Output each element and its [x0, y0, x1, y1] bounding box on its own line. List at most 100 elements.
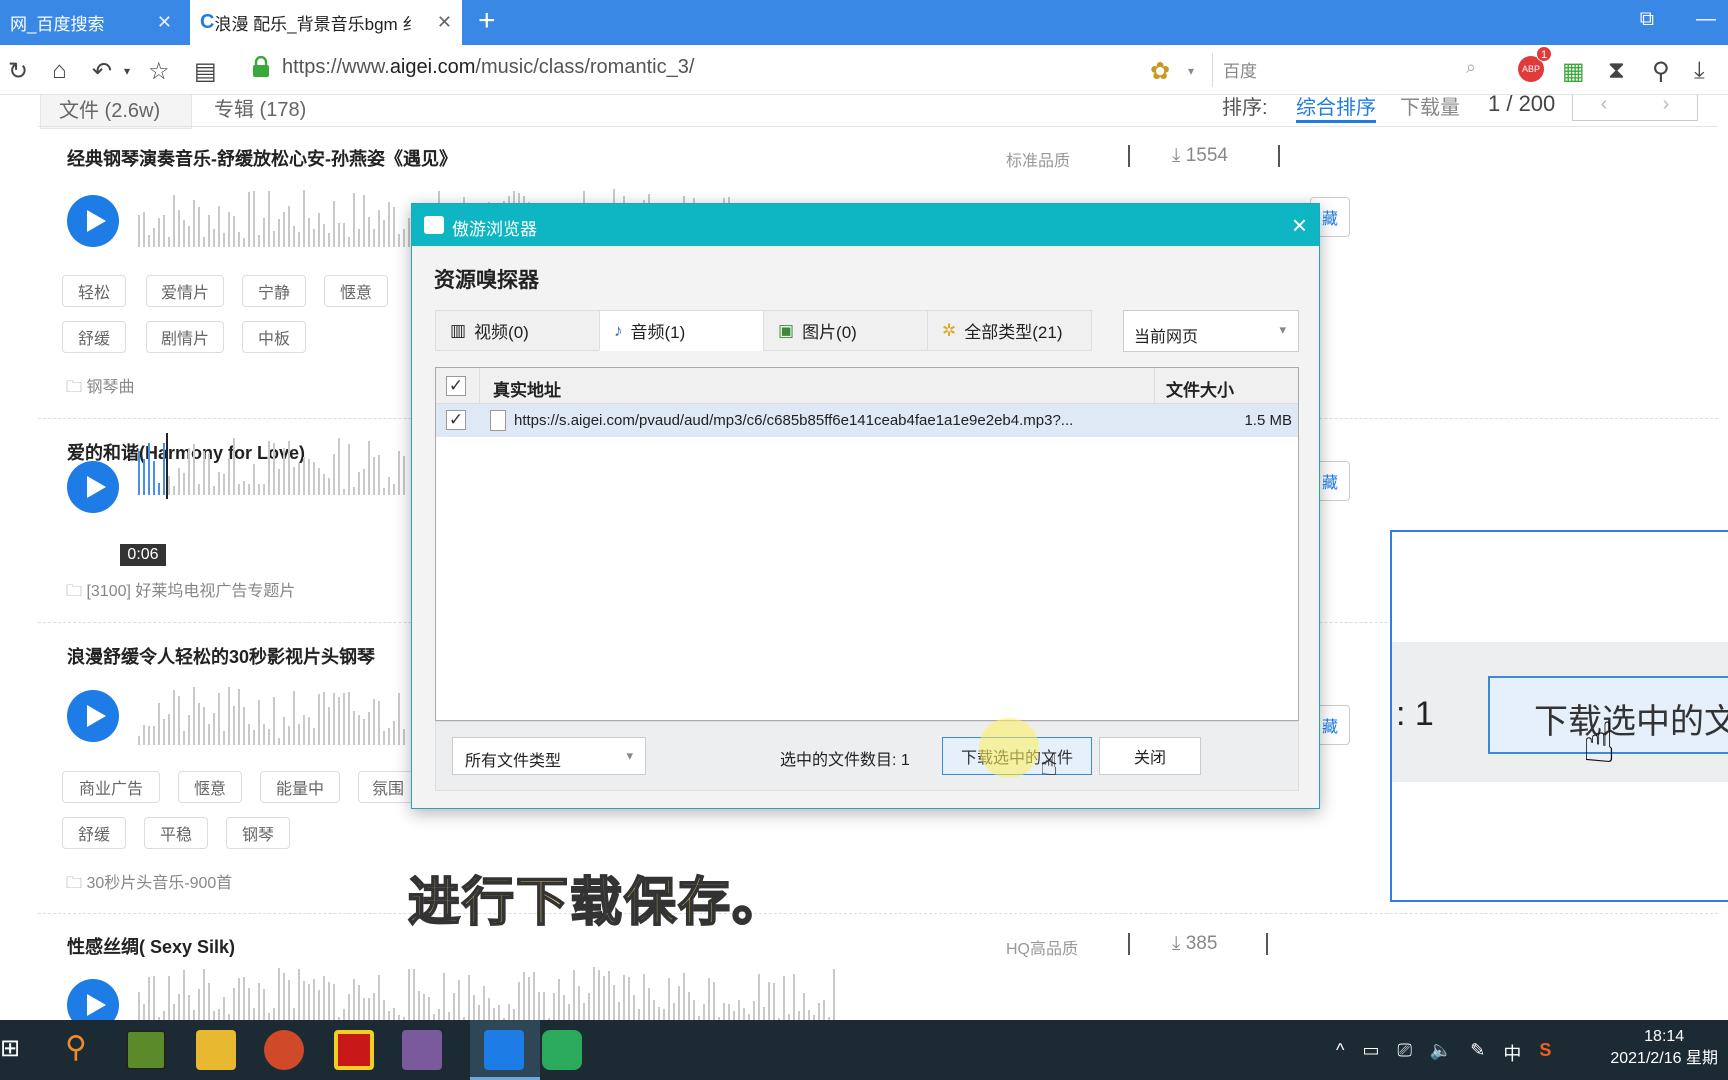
search-icon[interactable]: ⌕ — [1466, 57, 1476, 78]
tab-aigei[interactable]: C 浪漫 配乐_背景音乐bgm 纟 ✕ — [190, 0, 462, 45]
home-icon[interactable]: ⌂ — [52, 57, 67, 85]
task-view-icon[interactable]: ⊞ — [0, 1034, 20, 1063]
play-button[interactable] — [67, 690, 119, 742]
zoom-icon[interactable]: ⚲ — [1652, 57, 1670, 86]
play-button[interactable] — [67, 979, 119, 1020]
scope-select[interactable]: 当前网页 — [1123, 310, 1299, 352]
filter-tab-files[interactable]: 文件 (2.6w) — [40, 95, 192, 129]
extension-icon[interactable]: ▦ — [1562, 57, 1585, 86]
waveform-bar — [308, 459, 310, 495]
chevron-left-icon[interactable]: ‹ — [1601, 95, 1608, 116]
category[interactable]: 🗀 30秒片头音乐-900首 — [66, 869, 232, 899]
minimize-icon[interactable]: — — [1696, 8, 1716, 31]
star-icon[interactable]: ☆ — [148, 57, 170, 86]
volume-icon[interactable]: 🔈 — [1430, 1040, 1452, 1066]
sort-option-default[interactable]: 综合排序 — [1296, 95, 1376, 123]
close-tab-icon[interactable]: ✕ — [437, 12, 452, 33]
waveform-bar — [358, 229, 360, 247]
song-title[interactable]: 浪漫舒缓令人轻松的30秒影视片头钢琴 — [67, 643, 375, 669]
powerpoint-icon[interactable] — [264, 1030, 304, 1070]
ime-indicator[interactable]: 中 — [1503, 1040, 1521, 1066]
tag[interactable]: 平稳 — [144, 817, 208, 849]
tag[interactable]: 能量中 — [260, 771, 340, 803]
tag[interactable]: 宁静 — [242, 275, 306, 307]
file-icon — [490, 410, 506, 431]
filter-tab-albums[interactable]: 专辑 (178) — [214, 95, 306, 129]
app-icon[interactable] — [542, 1030, 582, 1070]
waveform[interactable] — [138, 965, 858, 1020]
waveform-bar — [623, 975, 625, 1020]
network-icon[interactable]: ⎚ — [1397, 1040, 1411, 1066]
play-button[interactable] — [67, 461, 119, 513]
close-button[interactable]: 关闭 — [1099, 737, 1201, 775]
waveform-bar — [353, 487, 355, 495]
tab-video[interactable]: ▥ 视频(0) — [435, 310, 600, 351]
winrar-icon[interactable] — [402, 1030, 442, 1070]
tag[interactable]: 舒缓 — [62, 321, 126, 353]
refresh-icon[interactable]: ↻ — [8, 57, 28, 86]
category[interactable]: 🗀 钢琴曲 — [66, 373, 134, 403]
tag[interactable]: 商业广告 — [62, 771, 160, 803]
download-icon[interactable]: ⤓ — [1694, 57, 1705, 85]
maxthon-icon[interactable] — [484, 1030, 524, 1070]
clock[interactable]: 18:14 2021/2/16 星期 — [1610, 1026, 1718, 1070]
column-header-address[interactable]: 真实地址 — [493, 376, 561, 401]
row-checkbox[interactable]: ✓ — [446, 410, 466, 430]
column-header-size[interactable]: 文件大小 — [1166, 376, 1234, 401]
dialog-titlebar[interactable]: 傲游浏览器 × — [412, 204, 1319, 246]
waveform-bar — [313, 462, 315, 495]
category[interactable]: 🗀 [3100] 好莱坞电视广告专题片 — [66, 577, 295, 607]
waveform-bar — [343, 693, 345, 745]
file-type-select[interactable]: 所有文件类型 — [452, 737, 646, 775]
chevron-up-icon[interactable]: ^ — [1336, 1040, 1344, 1066]
waveform-bar — [313, 728, 315, 745]
close-icon[interactable]: × — [1292, 210, 1307, 241]
tag[interactable]: 剧情片 — [146, 321, 224, 353]
tab-audio[interactable]: ♪ 音频(1) — [599, 310, 764, 351]
url-field[interactable]: https://www.aigei.com/music/class/romant… — [282, 56, 694, 79]
song-title[interactable]: 经典钢琴演奏音乐-舒缓放松心安-孙燕姿《遇见》 — [67, 145, 457, 171]
battery-icon[interactable]: ▭ — [1362, 1040, 1379, 1066]
tag[interactable]: 惬意 — [324, 275, 388, 307]
play-button[interactable] — [67, 195, 119, 247]
undo-icon[interactable]: ↶ — [92, 57, 112, 86]
waveform-bar — [508, 1004, 510, 1020]
new-tab-button[interactable]: + — [478, 4, 496, 38]
tag[interactable]: 舒缓 — [62, 817, 126, 849]
app-icon[interactable] — [126, 1030, 166, 1070]
playhead[interactable] — [166, 433, 168, 499]
search-icon[interactable]: ⚲ — [56, 1030, 96, 1070]
waveform-bar — [173, 195, 175, 247]
chevron-down-icon[interactable]: ▾ — [124, 64, 130, 78]
tag[interactable]: 中板 — [242, 321, 306, 353]
tab-baidu[interactable]: 网_百度搜索 ✕ — [0, 0, 182, 45]
tag[interactable]: 轻松 — [62, 275, 126, 307]
table-row[interactable]: ✓ https://s.aigei.com/pvaud/aud/mp3/c6/c… — [436, 404, 1298, 437]
tag[interactable]: 惬意 — [178, 771, 242, 803]
pen-icon[interactable]: ✎ — [1470, 1040, 1485, 1066]
app-icon[interactable] — [334, 1030, 374, 1070]
tab-all-types[interactable]: ✲ 全部类型(21) — [927, 310, 1092, 351]
chevron-right-icon[interactable]: › — [1663, 95, 1670, 116]
waveform-bar — [223, 233, 225, 247]
tag[interactable]: 爱情片 — [146, 275, 224, 307]
tag[interactable]: 氛围 — [358, 771, 418, 803]
tab-images[interactable]: ▣ 图片(0) — [763, 310, 928, 351]
sniffer-icon[interactable]: ✿ — [1150, 57, 1170, 86]
close-tab-icon[interactable]: ✕ — [157, 12, 172, 33]
file-explorer-icon[interactable] — [196, 1030, 236, 1070]
waveform[interactable] — [138, 435, 410, 495]
search-input[interactable]: 百度 ⌕ — [1212, 53, 1484, 87]
waveform[interactable] — [138, 685, 410, 745]
reader-icon[interactable]: ▤ — [194, 57, 217, 86]
song-title[interactable]: 性感丝绸( Sexy Silk) — [67, 933, 235, 959]
sogou-icon[interactable]: S — [1539, 1040, 1551, 1066]
hand-cursor-icon: ☝ — [1040, 749, 1059, 782]
tag[interactable]: 钢琴 — [226, 817, 290, 849]
waveform-bar — [338, 697, 340, 745]
sort-option-downloads[interactable]: 下载量 — [1400, 95, 1460, 120]
hourglass-icon[interactable]: ⧗ — [1608, 57, 1625, 85]
select-all-checkbox[interactable]: ✓ — [446, 376, 466, 396]
layout-icon[interactable]: ⧉ — [1640, 8, 1654, 31]
chevron-down-icon[interactable]: ▾ — [1188, 64, 1194, 78]
